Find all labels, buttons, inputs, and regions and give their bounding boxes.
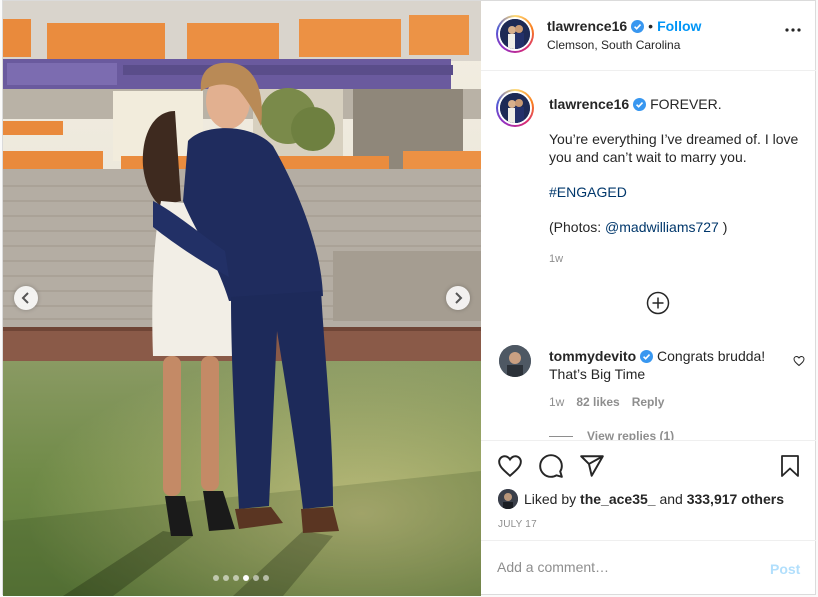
likes-middle: and xyxy=(659,491,683,507)
comments-section: tlawrence16 FOREVER. You’re everything I… xyxy=(481,71,816,440)
heart-icon[interactable] xyxy=(497,453,523,479)
photos-credit-prefix: (Photos: xyxy=(549,219,606,235)
post-header: tlawrence16 • Follow Clemson, South Caroli… xyxy=(481,1,816,71)
post-card: tlawrence16 • Follow Clemson, South Caroli… xyxy=(2,0,816,596)
likes-prefix: Liked by xyxy=(524,491,577,507)
comment-meta: 1w 82 likes Reply xyxy=(549,395,664,409)
caption-timestamp[interactable]: 1w xyxy=(549,253,563,265)
bookmark-icon[interactable] xyxy=(778,453,802,479)
carousel-dot xyxy=(243,575,249,581)
comment-input[interactable] xyxy=(497,559,737,575)
add-comment-bar: Post xyxy=(481,540,816,596)
post-comment-button[interactable]: Post xyxy=(770,561,800,577)
carousel-next-button[interactable] xyxy=(446,286,470,310)
comment-text: tommydevito Congrats brudda! That’s Big … xyxy=(549,347,784,383)
post-date[interactable]: JULY 17 xyxy=(498,519,537,530)
header-separator: • xyxy=(648,18,654,34)
caption-line2: You’re everything I’ve dreamed of. I lov… xyxy=(549,131,799,165)
caption-username[interactable]: tlawrence16 xyxy=(549,96,629,112)
commenter-username[interactable]: tommydevito xyxy=(549,348,636,364)
commenter-avatar[interactable] xyxy=(499,345,531,377)
stadium-engagement-photo xyxy=(3,1,481,596)
verified-badge-icon xyxy=(640,350,654,363)
liker-avatar[interactable] xyxy=(498,489,518,509)
comment-likes[interactable]: 82 likes xyxy=(576,395,619,409)
verified-badge-icon xyxy=(633,98,647,111)
post-side-panel: tlawrence16 • Follow Clemson, South Caroli… xyxy=(481,1,816,596)
reply-button[interactable]: Reply xyxy=(632,395,665,409)
post-location[interactable]: Clemson, South Carolina xyxy=(547,38,680,52)
liker-username[interactable]: the_ace35_ xyxy=(580,491,656,507)
comment-icon[interactable] xyxy=(538,453,564,479)
view-replies-button[interactable]: View replies (1) xyxy=(549,429,674,440)
caption-line1: FOREVER. xyxy=(650,96,722,112)
view-replies-label: View replies (1) xyxy=(587,429,675,440)
caption-text: tlawrence16 FOREVER. You’re everything I… xyxy=(549,95,799,253)
photos-credit-suffix: ) xyxy=(718,219,728,235)
carousel-indicator xyxy=(213,575,269,581)
chevron-left-icon xyxy=(21,292,29,304)
share-icon[interactable] xyxy=(579,453,605,479)
post-actions: Liked by the_ace35_ and 333,917 others J… xyxy=(481,440,816,540)
likes-summary: Liked by the_ace35_ and 333,917 others xyxy=(498,489,784,509)
carousel-dot xyxy=(263,575,269,581)
load-more-comments-icon[interactable] xyxy=(646,291,670,315)
follow-button[interactable]: Follow xyxy=(657,18,701,34)
photographer-mention-link[interactable]: @madwilliams727 xyxy=(605,219,719,235)
caption-avatar[interactable] xyxy=(496,89,534,127)
carousel-dot xyxy=(233,575,239,581)
author-username[interactable]: tlawrence16 xyxy=(547,18,627,34)
more-options-icon[interactable] xyxy=(785,27,801,33)
heart-icon[interactable] xyxy=(793,355,805,367)
post-photo xyxy=(3,1,481,596)
likes-count[interactable]: 333,917 others xyxy=(687,491,784,507)
replies-divider xyxy=(549,435,573,437)
carousel-dot xyxy=(213,575,219,581)
author-avatar[interactable] xyxy=(496,15,534,53)
carousel-dot xyxy=(223,575,229,581)
hashtag-link[interactable]: #ENGAGED xyxy=(549,184,627,200)
carousel-dot xyxy=(253,575,259,581)
chevron-right-icon xyxy=(455,292,463,304)
comment-timestamp[interactable]: 1w xyxy=(549,395,564,409)
verified-badge-icon xyxy=(631,20,645,33)
carousel-prev-button[interactable] xyxy=(14,286,38,310)
